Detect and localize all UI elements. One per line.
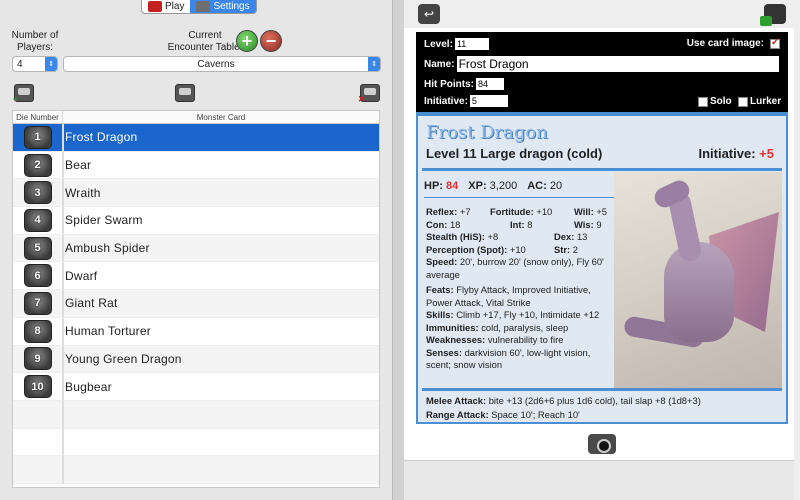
die-icon: 6 bbox=[23, 264, 52, 288]
die-icon: 10 bbox=[23, 375, 52, 399]
lurker-label: Lurker bbox=[750, 96, 782, 107]
table-row[interactable]: 3 Wraith bbox=[13, 179, 379, 208]
table-row[interactable]: 8 Human Torturer bbox=[13, 317, 379, 346]
split-divider[interactable] bbox=[392, 0, 404, 500]
table-row[interactable]: 5 Ambush Spider bbox=[13, 234, 379, 263]
card-divider bbox=[422, 168, 782, 171]
chevron-updown-icon: ⇕ bbox=[368, 57, 380, 71]
monster-name: Giant Rat bbox=[65, 296, 118, 311]
ac-stat-label: AC: bbox=[527, 179, 547, 192]
empty-row bbox=[13, 456, 379, 484]
tab-play-label: Play bbox=[165, 1, 185, 12]
card-title: Frost Dragon bbox=[426, 122, 548, 143]
empty-row bbox=[13, 428, 379, 457]
bottom-area bbox=[404, 460, 794, 500]
plus-icon: + bbox=[241, 30, 253, 51]
level-label: Level: bbox=[424, 38, 453, 50]
table-row[interactable]: 4 Spider Swarm bbox=[13, 207, 379, 235]
die-icon: 3 bbox=[23, 181, 52, 205]
card-editor-pane: ↩ Level: Name: Hit Points: Initiative: U… bbox=[404, 0, 800, 500]
table-row[interactable]: 1 Frost Dragon bbox=[13, 124, 379, 152]
die-icon: 8 bbox=[23, 319, 52, 343]
hp-stat-label: HP: bbox=[424, 179, 443, 192]
table-row[interactable]: 2 Bear bbox=[13, 151, 379, 180]
table-row[interactable]: 10 Bugbear bbox=[13, 373, 379, 401]
back-icon[interactable]: ↩ bbox=[418, 4, 440, 24]
mode-segmented-control: Play Settings bbox=[141, 0, 257, 14]
card-subtitle: Level 11 Large dragon (cold) bbox=[426, 146, 603, 161]
card-core-stats: HP: 84 XP: 3,200 AC: 20 bbox=[424, 174, 614, 198]
encounter-table-select[interactable]: Caverns ⇕ bbox=[63, 56, 381, 72]
remove-table-button[interactable]: − bbox=[260, 30, 282, 52]
card-fields: Level: Name: Hit Points: Initiative: Use… bbox=[416, 32, 788, 112]
die-icon: 7 bbox=[23, 291, 52, 315]
monster-name: Bear bbox=[65, 158, 92, 173]
die-icon: 9 bbox=[23, 347, 52, 371]
encounter-value: Caverns bbox=[197, 58, 235, 70]
minus-icon: − bbox=[265, 30, 277, 51]
monster-name: Young Green Dragon bbox=[65, 351, 182, 366]
die-icon: 1 bbox=[23, 125, 52, 149]
solo-checkbox[interactable] bbox=[698, 96, 708, 107]
camera-icon[interactable] bbox=[588, 434, 616, 454]
hp-field[interactable] bbox=[476, 78, 504, 90]
name-label: Name: bbox=[424, 58, 455, 70]
gears-icon bbox=[196, 1, 211, 12]
monster-name: Bugbear bbox=[65, 379, 112, 394]
table-body: 1 Frost Dragon 2 Bear 3 Wraith 4 Spider … bbox=[13, 124, 379, 484]
table-row[interactable]: 6 Dwarf bbox=[13, 262, 379, 291]
chest-add-icon[interactable]: + bbox=[13, 84, 34, 104]
add-table-button[interactable]: + bbox=[236, 30, 258, 52]
chest-remove-icon[interactable]: ✕ bbox=[358, 84, 380, 104]
xp-stat-label: XP: bbox=[468, 179, 487, 192]
table-row[interactable]: 7 Giant Rat bbox=[13, 290, 379, 318]
tab-settings[interactable]: Settings bbox=[190, 0, 256, 13]
die-icon: 2 bbox=[23, 153, 52, 177]
monster-name: Ambush Spider bbox=[65, 241, 150, 256]
hp-stat-value: 84 bbox=[446, 179, 459, 192]
initiative-label: Initiative: bbox=[424, 95, 468, 107]
table-header: Die Number Monster Card bbox=[13, 111, 379, 124]
monster-name: Dwarf bbox=[65, 268, 98, 283]
chevron-updown-icon: ⇕ bbox=[45, 57, 57, 71]
use-image-label: Use card image: bbox=[686, 38, 764, 49]
monster-name: Human Torturer bbox=[65, 324, 151, 339]
players-select[interactable]: 4 ⇕ bbox=[12, 56, 58, 72]
xp-stat-value: 3,200 bbox=[489, 179, 518, 192]
monster-card-preview: Frost Dragon Level 11 Large dragon (cold… bbox=[416, 112, 788, 424]
empty-row bbox=[13, 400, 379, 429]
card-attacks: Melee Attack: bite +13 (2d6+6 plus 1d6 c… bbox=[426, 395, 701, 420]
initiative-field[interactable] bbox=[469, 95, 508, 107]
settings-pane: Play Settings Number of Players: Current… bbox=[0, 0, 392, 500]
die-icon: 4 bbox=[23, 208, 52, 232]
monster-name: Spider Swarm bbox=[65, 213, 143, 228]
players-value: 4 bbox=[17, 58, 23, 70]
dice-icon bbox=[148, 1, 162, 12]
chest-random-icon[interactable] bbox=[175, 84, 195, 102]
name-field[interactable] bbox=[456, 56, 779, 72]
lurker-checkbox[interactable] bbox=[738, 96, 748, 107]
monster-name: Wraith bbox=[65, 185, 101, 200]
card-initiative: Initiative: +5 bbox=[698, 146, 774, 161]
level-field[interactable] bbox=[454, 38, 489, 50]
monster-name: Frost Dragon bbox=[65, 130, 138, 145]
tab-play[interactable]: Play bbox=[142, 0, 190, 13]
card-divider bbox=[422, 388, 782, 391]
ac-stat-value: 20 bbox=[549, 179, 563, 192]
card-initiative-value: +5 bbox=[759, 146, 774, 161]
card-initiative-label: Initiative: bbox=[698, 146, 756, 161]
col-die-number: Die Number bbox=[13, 111, 63, 123]
tab-settings-label: Settings bbox=[213, 1, 250, 12]
export-icon[interactable] bbox=[760, 4, 786, 26]
solo-label: Solo bbox=[710, 96, 732, 107]
hp-label: Hit Points: bbox=[424, 78, 474, 90]
col-monster-card: Monster Card bbox=[196, 112, 246, 122]
card-detail-stats: Reflex: +7 Fortitude: +10 Will: +5 Con: … bbox=[426, 206, 608, 370]
die-icon: 5 bbox=[23, 236, 52, 260]
table-row[interactable]: 9 Young Green Dragon bbox=[13, 345, 379, 374]
monster-table: Die Number Monster Card 1 Frost Dragon 2… bbox=[12, 110, 380, 488]
monster-image bbox=[614, 172, 782, 388]
use-image-checkbox[interactable] bbox=[770, 37, 780, 49]
players-label: Number of Players: bbox=[11, 30, 59, 53]
